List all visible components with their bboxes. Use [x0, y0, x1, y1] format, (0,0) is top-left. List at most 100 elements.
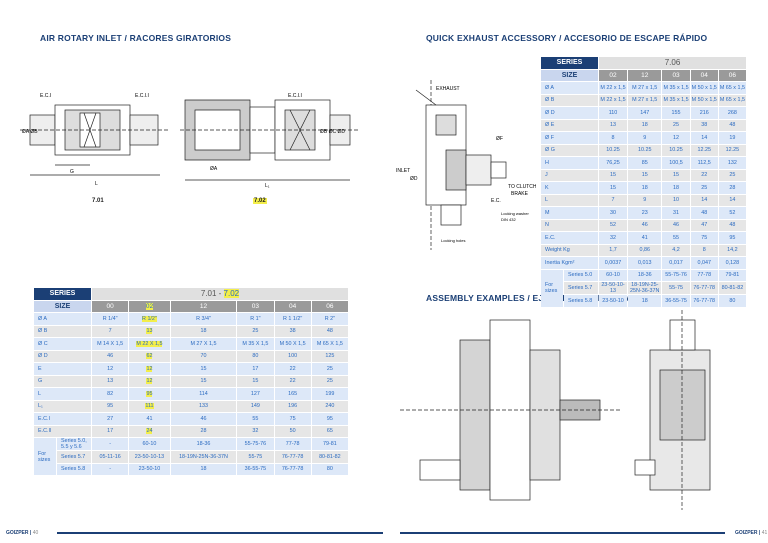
table-cell: 41: [628, 232, 662, 244]
left-footer: GOIZPER | 40: [6, 530, 39, 536]
table-row: Ø D 110 147 155 216 268: [541, 107, 746, 119]
table-cell: 10.25: [599, 144, 627, 156]
table-row: L 82 95 114 127 165 199: [34, 388, 348, 400]
table-row: E.C. 32 41 55 75 95: [541, 232, 746, 244]
table-cell: 18: [628, 295, 662, 307]
size-row: SIZE 00 02 12 03 04 06: [34, 300, 348, 312]
cell-value: 13: [146, 328, 153, 335]
table-row: Ø E 13 18 25 38 48: [541, 119, 746, 131]
table-cell: 55: [662, 232, 690, 244]
svg-text:ØA ØB: ØA ØB: [22, 129, 38, 135]
table-cell: 25: [311, 363, 348, 375]
row-label: E.C.II: [34, 425, 91, 437]
table-cell: 10: [662, 194, 690, 206]
cell-value: 28: [200, 428, 207, 435]
cell-value: 100,5: [669, 159, 683, 166]
cell-value: 22: [701, 172, 708, 179]
cell-value: 27: [107, 415, 114, 422]
table-cell: 0,128: [718, 257, 746, 269]
table-cell: 05-11-16: [92, 451, 129, 463]
table-cell: 95: [92, 400, 129, 412]
row-label: E: [34, 363, 91, 375]
cell-value: 110: [608, 109, 618, 116]
cell-value: 80: [252, 353, 259, 360]
cell-value: 28: [729, 184, 736, 191]
table-cell: 12: [92, 363, 129, 375]
row-label: Ø F: [541, 132, 598, 144]
table-cell: 52: [599, 219, 627, 231]
table-cell: 38: [690, 119, 718, 131]
table-cell: 38: [274, 325, 311, 337]
size-value: 02: [609, 71, 617, 79]
table-cell: 1,7: [599, 244, 627, 256]
cell-value: 14,2: [727, 247, 738, 254]
cell-value: 12: [146, 365, 153, 372]
cell-value: 22: [289, 378, 296, 385]
table-cell: M 50 X 1,5: [274, 338, 311, 350]
table-cell: 17: [237, 363, 274, 375]
table-cell: M 50 x 1,5: [690, 82, 718, 94]
cell-value: 13: [610, 122, 616, 129]
cell-value: 10.25: [669, 147, 683, 154]
cell-value: 85: [641, 159, 648, 166]
table-cell: 0,013: [628, 257, 662, 269]
table-cell: 76-77-78: [274, 451, 311, 463]
table-cell: 55-75-76: [662, 269, 690, 281]
for-sizes-label: For sizes: [34, 438, 56, 475]
cell-value: 0,047: [697, 259, 711, 266]
svg-text:INLET: INLET: [396, 168, 410, 174]
table-cell: 18: [170, 325, 237, 337]
figure-caption-7-02: 7.02: [253, 198, 267, 204]
rotary-inlet-table: SERIES 7.01 - 7.02 SIZE 00 02 12 03 04 06 Ø AR 1/…: [33, 287, 349, 476]
size-value: 02: [145, 302, 154, 310]
cell-value: 15: [641, 172, 648, 179]
table-cell: 14: [718, 194, 746, 206]
table-cell: M 27 X 1,5: [170, 338, 237, 350]
table-cell: 4,2: [662, 244, 690, 256]
table-cell: 8: [690, 244, 718, 256]
table-cell: 80-81-82: [311, 451, 348, 463]
row-label: Ø D: [34, 350, 91, 362]
size-value: 04: [700, 71, 708, 79]
size-row: SIZE 02 12 03 04 06: [541, 69, 746, 81]
row-label: Ø B: [541, 94, 598, 106]
series-row: SERIES 7.06: [541, 57, 746, 69]
table-cell: M 35 X 1,5: [237, 338, 274, 350]
cell-value: M 65 X 1,5: [316, 340, 343, 347]
for-sizes-row: Series 5.8 23-50-10 18 36-55-75 76-77-78 80: [541, 295, 746, 307]
table-cell: R 2": [311, 313, 348, 325]
cell-value: 133: [198, 403, 208, 410]
table-row: H 76,25 85 100,5 112,5 132: [541, 157, 746, 169]
table-row: N 52 46 46 47 48: [541, 219, 746, 231]
row-label: N: [541, 219, 598, 231]
cell-value: 111: [145, 403, 154, 410]
row-label: E.C.: [541, 232, 598, 244]
row-label: M: [541, 207, 598, 219]
table-cell: 18: [170, 463, 237, 475]
table-cell: 80: [718, 295, 746, 307]
cell-value: 0,017: [669, 259, 683, 266]
table-cell: M 22 x 1,5: [599, 94, 627, 106]
table-cell: 0,86: [628, 244, 662, 256]
table-cell: 15: [599, 182, 627, 194]
cell-value: M 14 X 1,5: [97, 340, 124, 347]
cell-value: 14: [701, 134, 708, 141]
cell-value: 0,86: [639, 247, 650, 254]
table-row: E.C.I 27 41 46 55 75 95: [34, 413, 348, 425]
row-label: L: [34, 388, 91, 400]
table-cell: 112,5: [690, 157, 718, 169]
table-cell: 95: [718, 232, 746, 244]
table-cell: M 35 x 1,5: [662, 82, 690, 94]
cell-value: 70: [200, 353, 207, 360]
table-cell: 125: [311, 350, 348, 362]
table-cell: 23: [628, 207, 662, 219]
cell-value: 15: [610, 172, 616, 179]
table-row: Ø G 10.25 10.25 10.25 12.25 12.25: [541, 144, 746, 156]
right-heading: QUICK EXHAUST ACCESSORY / ACCESORIO DE E…: [426, 33, 708, 43]
table-row: Ø C M 14 X 1,5 M 22 X 1,5 M 27 X 1,5 M 35 X …: [34, 338, 348, 350]
table-cell: 14,2: [718, 244, 746, 256]
table-cell: M 65 x 1,5: [718, 82, 746, 94]
table-cell: 25: [237, 325, 274, 337]
table-cell: M 22 X 1,5: [129, 338, 170, 350]
table-cell: 62: [129, 350, 170, 362]
